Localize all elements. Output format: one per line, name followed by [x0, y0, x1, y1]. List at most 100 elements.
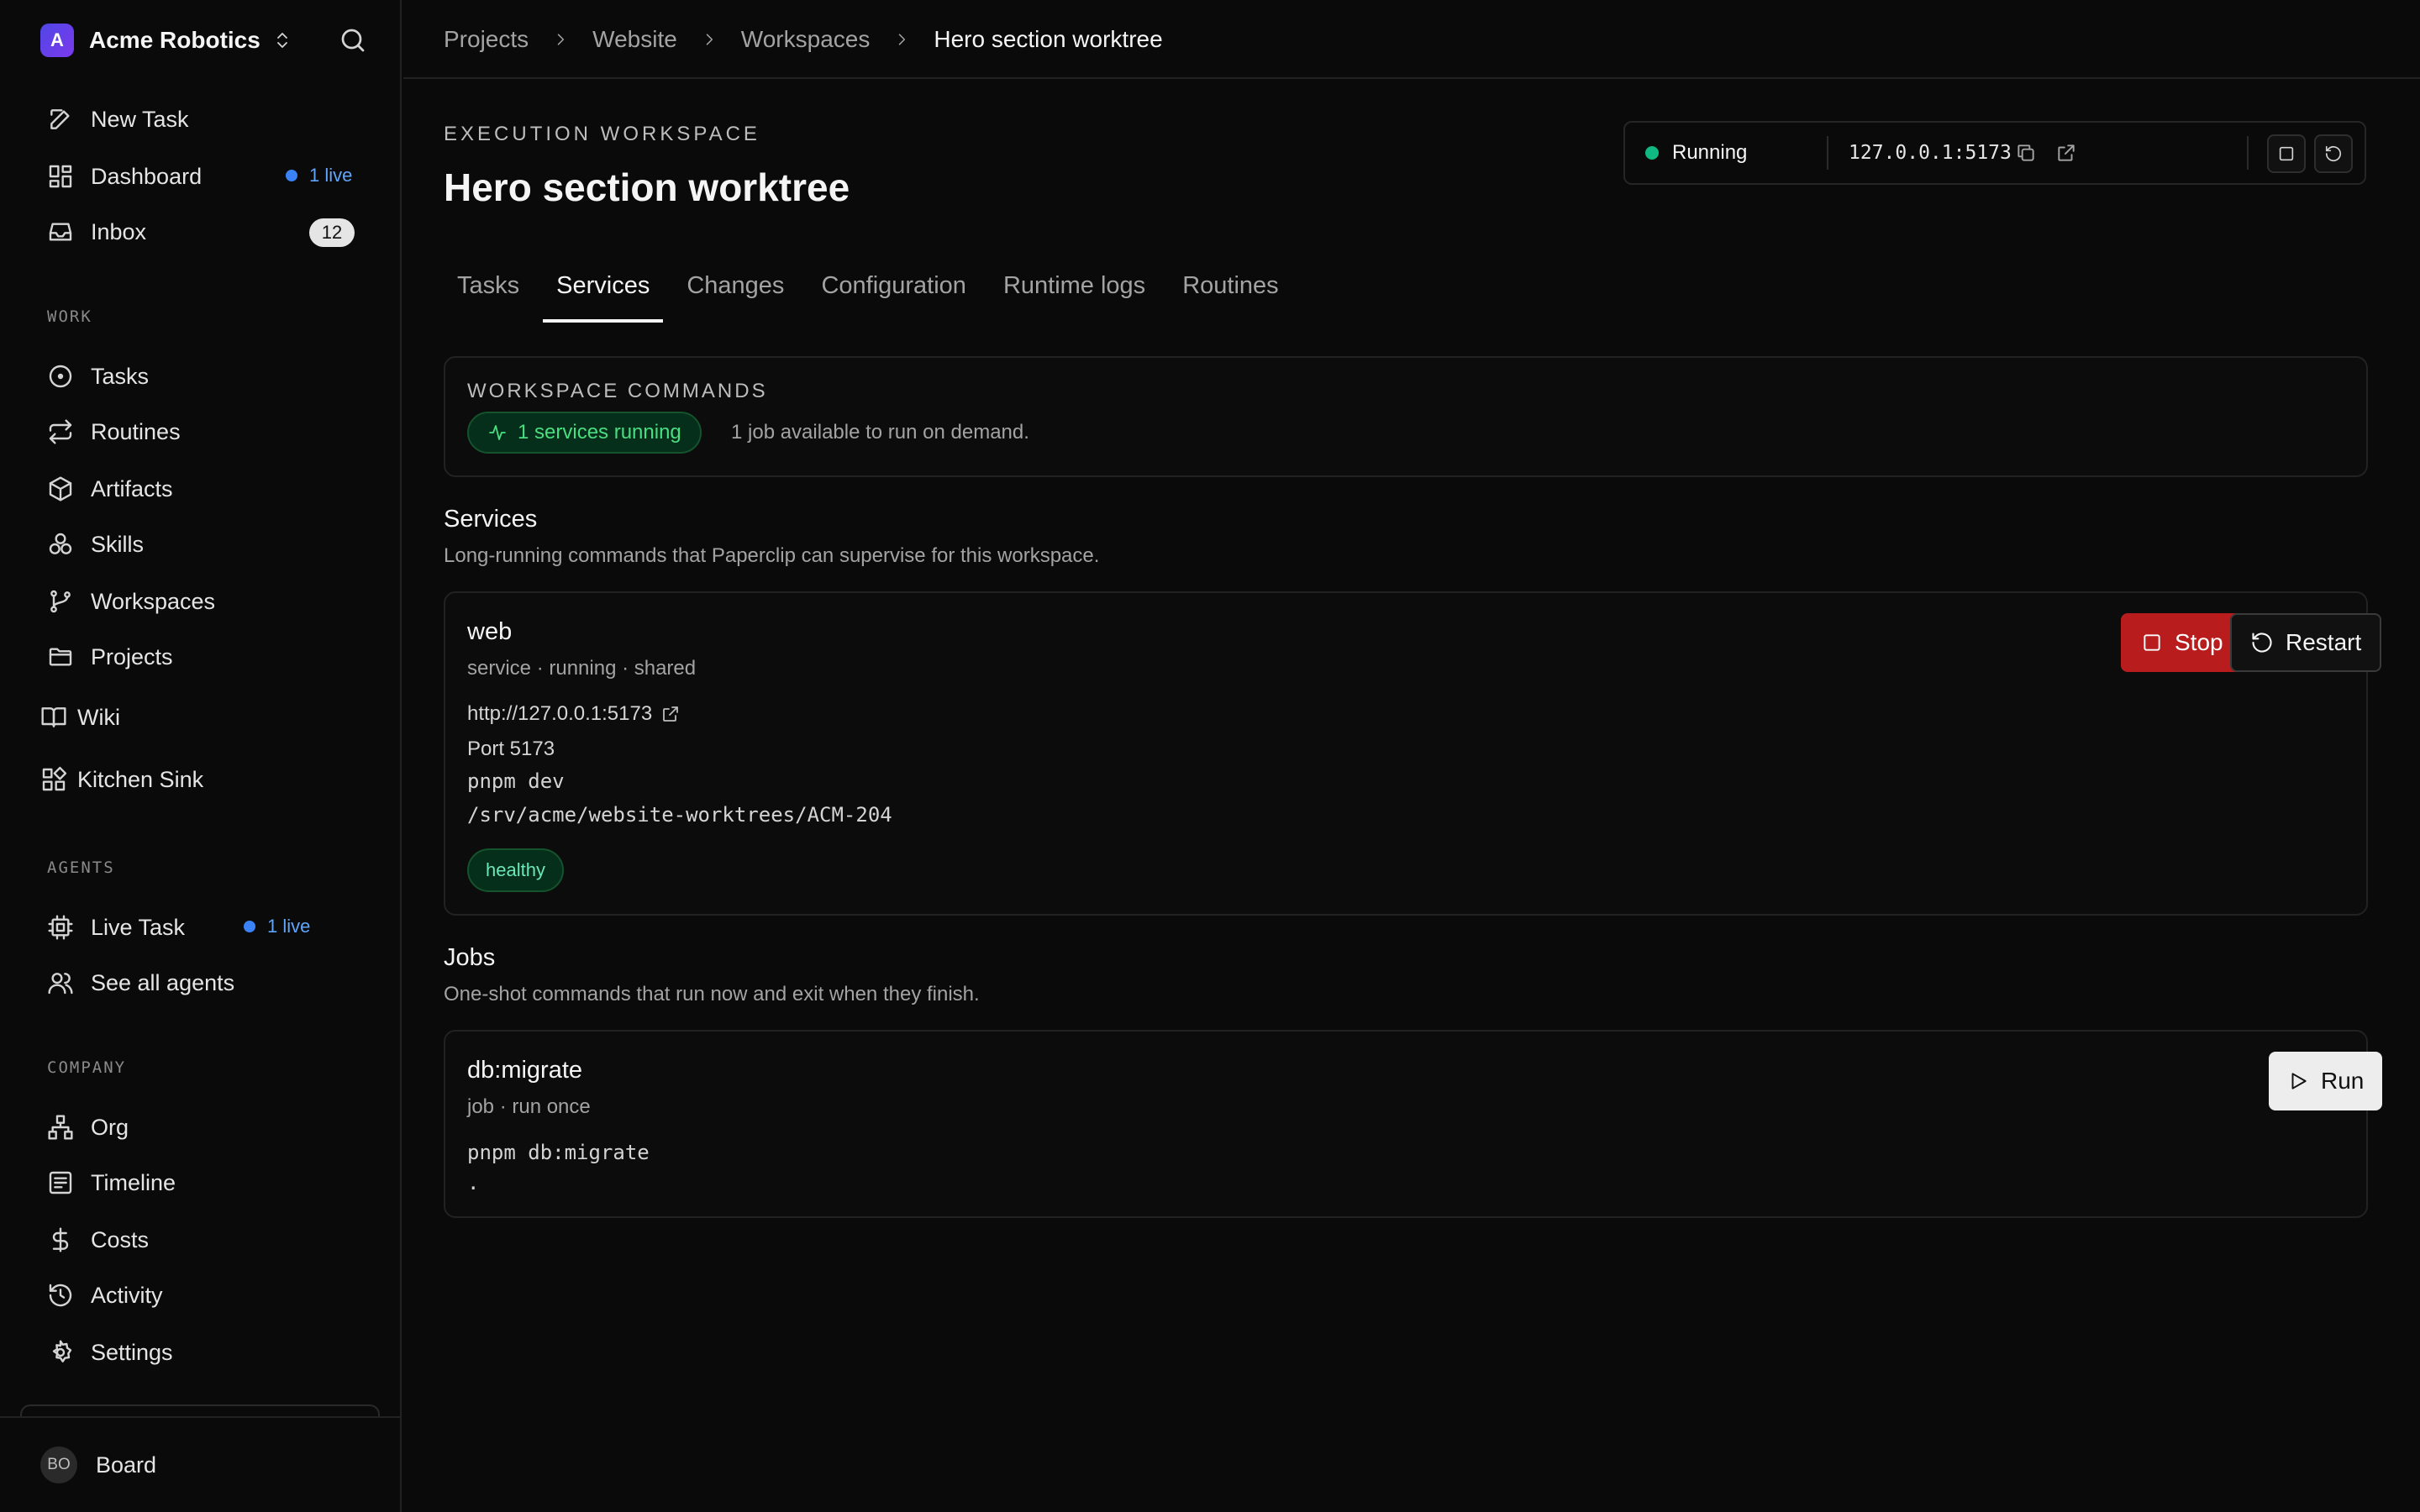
rotate-ccw-icon [2250, 631, 2286, 654]
nav-inbox[interactable]: Inbox [47, 208, 146, 255]
services-description: Long-running commands that Paperclip can… [444, 544, 1100, 567]
stop-runtime-button[interactable] [2267, 134, 2306, 173]
main-content: EXECUTION WORKSPACE Hero section worktre… [403, 81, 2420, 1512]
nav-label: Tasks [91, 363, 150, 389]
nav-wiki[interactable]: Wiki [40, 694, 120, 741]
run-button[interactable]: Run [2269, 1052, 2383, 1110]
tab-services[interactable]: Services [543, 267, 664, 323]
avatar: BO [40, 1446, 77, 1483]
square-icon [2277, 144, 2296, 163]
runtime-status-bar: Running 127.0.0.1:5173 [1623, 121, 2366, 185]
copy-icon[interactable] [2015, 142, 2037, 164]
tab-routines[interactable]: Routines [1169, 267, 1292, 323]
external-link-icon[interactable] [2055, 142, 2077, 164]
chevron-right-icon [893, 31, 910, 48]
card-heading: WORKSPACE COMMANDS [467, 380, 768, 402]
nav-workspaces[interactable]: Workspaces [47, 578, 215, 625]
nav-tasks[interactable]: Tasks [47, 353, 149, 400]
search-icon[interactable] [338, 25, 368, 55]
tab-changes[interactable]: Changes [673, 267, 797, 323]
restart-label: Restart [2286, 629, 2362, 655]
sidebar-divider [0, 1416, 402, 1418]
nav-timeline[interactable]: Timeline [47, 1159, 176, 1206]
nav-kitchen-sink[interactable]: Kitchen Sink [40, 756, 203, 803]
folder-icon [47, 643, 74, 670]
service-meta: service · running · shared [467, 657, 697, 680]
breadcrumb-website[interactable]: Website [592, 26, 677, 53]
live-label: 1 live [309, 165, 353, 186]
nav-projects[interactable]: Projects [47, 633, 173, 680]
org-chart-icon [47, 1114, 74, 1141]
nav-dashboard[interactable]: Dashboard [47, 153, 202, 200]
book-icon [40, 704, 67, 731]
job-name: db:migrate [467, 1057, 583, 1084]
git-branch-icon [47, 588, 74, 615]
nav-label: Projects [91, 643, 173, 669]
square-icon [2141, 632, 2175, 654]
nav-artifacts[interactable]: Artifacts [47, 465, 173, 512]
nav-label: Routines [91, 418, 181, 444]
nav-costs[interactable]: Costs [47, 1216, 149, 1263]
job-meta: job · run once [467, 1095, 591, 1118]
jobs-available-note: 1 job available to run on demand. [731, 421, 1029, 444]
breadcrumb-workspaces[interactable]: Workspaces [741, 26, 871, 53]
job-card: db:migrate job · run once pnpm db:migrat… [444, 1030, 2383, 1218]
badge-label: 1 services running [518, 421, 681, 444]
users-icon [47, 969, 74, 996]
service-command: pnpm dev [467, 769, 565, 793]
runtime-url: 127.0.0.1:5173 [1849, 142, 2012, 164]
divider [1827, 136, 1828, 170]
nav-label: New Task [91, 106, 189, 132]
nav-label: Activity [91, 1282, 163, 1308]
stop-label: Stop [2175, 629, 2223, 655]
tab-tasks[interactable]: Tasks [444, 267, 533, 323]
box-icon [47, 475, 74, 502]
section-heading-company: COMPANY [47, 1058, 127, 1077]
nav-label: Workspaces [91, 588, 216, 614]
restart-runtime-button[interactable] [2314, 134, 2353, 173]
list-icon [47, 1169, 74, 1196]
stop-button[interactable]: Stop [2121, 613, 2244, 672]
nav-label: Wiki [77, 704, 120, 730]
service-port: Port 5173 [467, 738, 555, 760]
restart-button[interactable]: Restart [2230, 613, 2382, 672]
status-dot [1645, 146, 1659, 160]
live-indicator: 1 live [244, 916, 310, 937]
nav-label: See all agents [91, 969, 235, 995]
circle-dot-icon [47, 363, 74, 390]
tab-configuration[interactable]: Configuration [808, 267, 980, 323]
inbox-icon [47, 218, 74, 245]
page-eyebrow: EXECUTION WORKSPACE [444, 123, 760, 145]
breadcrumb-projects[interactable]: Projects [444, 26, 529, 53]
nav-label: Costs [91, 1226, 150, 1252]
job-cwd: . [467, 1171, 480, 1194]
nav-skills[interactable]: Skills [47, 521, 144, 568]
tab-runtime-logs[interactable]: Runtime logs [990, 267, 1159, 323]
gear-icon [47, 1339, 74, 1366]
user-menu[interactable]: BO Board [40, 1446, 156, 1483]
breadcrumb: Projects Website Workspaces Hero section… [444, 0, 1163, 79]
chevrons-up-down-icon [272, 30, 292, 50]
health-badge: healthy [467, 848, 564, 892]
nav-see-all-agents[interactable]: See all agents [47, 959, 234, 1006]
nav-org[interactable]: Org [47, 1104, 129, 1151]
service-url-link[interactable]: http://127.0.0.1:5173 [467, 702, 681, 726]
nav-new-task[interactable]: New Task [47, 96, 189, 143]
nav-label: Inbox [91, 218, 147, 244]
section-heading-work: WORK [47, 307, 92, 326]
nav-label: Settings [91, 1339, 173, 1365]
sidebar: A Acme Robotics New Task Dashboard 1 liv… [0, 0, 402, 1512]
breadcrumb-current: Hero section worktree [934, 26, 1163, 52]
nav-live-task[interactable]: Live Task [47, 904, 185, 951]
jobs-description: One-shot commands that run now and exit … [444, 983, 980, 1005]
nav-label: Skills [91, 531, 145, 557]
inbox-count-badge: 12 [309, 218, 355, 247]
nav-routines[interactable]: Routines [47, 408, 181, 455]
company-switcher[interactable]: A Acme Robotics [40, 22, 292, 59]
chevron-right-icon [701, 31, 718, 48]
nav-settings[interactable]: Settings [47, 1329, 173, 1376]
company-logo: A [40, 24, 74, 57]
external-link-icon [652, 704, 681, 724]
history-icon [47, 1282, 74, 1309]
nav-activity[interactable]: Activity [47, 1272, 163, 1319]
